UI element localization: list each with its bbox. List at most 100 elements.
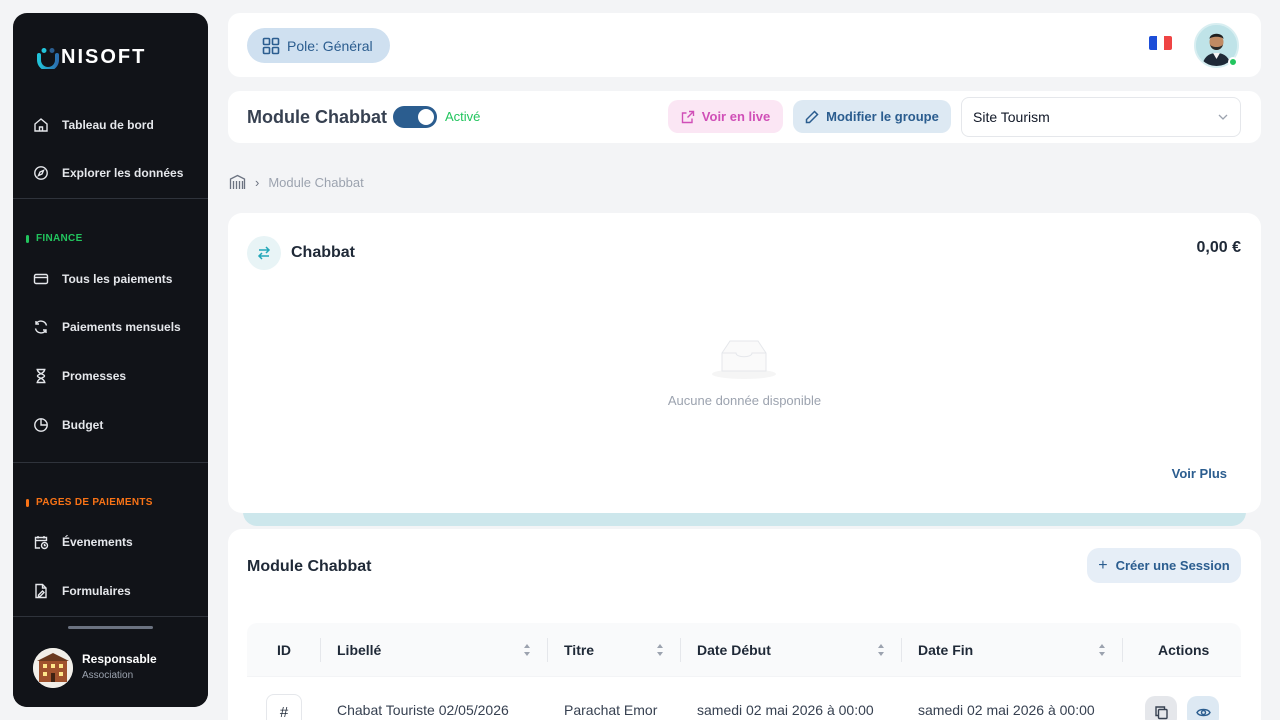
edit-group-button[interactable]: Modifier le groupe [793, 100, 951, 133]
sidebar-item-label: Paiements mensuels [62, 320, 181, 334]
top-header: Pole: Général [228, 13, 1261, 77]
logo-text: NISOFT [61, 46, 147, 68]
module-bar: Module Chabbat Activé Voir en live Modif… [228, 91, 1261, 143]
cell-date-fin: samedi 02 mai 2026 à 00:00 [918, 702, 1095, 718]
create-session-label: Créer une Session [1115, 558, 1230, 573]
sidebar-item-events[interactable]: Évenements [33, 532, 133, 552]
row-id-badge[interactable]: # [266, 694, 302, 720]
plus-icon: + [1098, 556, 1108, 574]
sidebar: NISOFT Tableau de bord Explorer les donn… [13, 13, 208, 707]
column-header-date-debut[interactable]: Date Début [697, 623, 885, 676]
column-divider [320, 638, 321, 662]
toggle-status-label: Activé [445, 109, 481, 124]
user-role: Association [82, 670, 134, 681]
form-icon [35, 583, 47, 599]
credit-card-icon [33, 273, 49, 285]
sidebar-divider [13, 198, 208, 199]
sort-icon[interactable] [656, 643, 664, 657]
sidebar-user-panel[interactable]: Responsable Association [13, 617, 208, 707]
column-header-label: ID [277, 641, 291, 658]
sidebar-item-label: Tous les paiements [62, 272, 173, 286]
create-session-button[interactable]: + Créer une Session [1087, 548, 1241, 583]
column-header-label: Titre [564, 641, 595, 658]
edit-group-label: Modifier le groupe [826, 109, 939, 124]
breadcrumb-separator: › [255, 174, 260, 190]
copy-icon [1154, 705, 1168, 719]
sidebar-item-label: Tableau de bord [62, 118, 154, 132]
brand-logo[interactable]: NISOFT [37, 46, 147, 71]
sessions-card: Module Chabbat + Créer une Session ID Li… [228, 529, 1261, 720]
transfer-icon [247, 236, 281, 270]
scroll-handle[interactable] [68, 626, 153, 629]
sidebar-item-promises[interactable]: Promesses [33, 366, 126, 386]
pole-label: Pole: Général [287, 37, 373, 54]
pencil-icon [805, 109, 819, 123]
view-button[interactable] [1187, 696, 1219, 720]
sidebar-item-monthly-payments[interactable]: Paiements mensuels [33, 317, 181, 337]
calendar-clock-icon [34, 536, 49, 550]
column-header-label: Date Début [697, 641, 771, 658]
sort-icon[interactable] [523, 643, 531, 657]
refresh-icon [34, 320, 48, 334]
cell-titre: Parachat Emor [564, 702, 658, 718]
column-header-label: Date Fin [918, 641, 974, 658]
column-divider [901, 638, 902, 662]
sidebar-item-label: Évenements [62, 535, 133, 549]
sidebar-item-all-payments[interactable]: Tous les paiements [33, 269, 172, 289]
sessions-title: Module Chabbat [247, 558, 372, 575]
breadcrumb: › Module Chabbat [229, 174, 364, 190]
cell-date-debut: samedi 02 mai 2026 à 00:00 [697, 702, 874, 718]
section-title-text: PAGES DE PAIEMENTS [36, 497, 153, 508]
sidebar-item-label: Explorer les données [62, 166, 184, 180]
section-title-text: FINANCE [36, 233, 83, 244]
external-link-icon [681, 110, 694, 123]
hourglass-icon [36, 368, 46, 384]
view-live-label: Voir en live [701, 109, 771, 124]
empty-inbox-icon [712, 340, 776, 379]
table-row[interactable]: # Chabat Touriste 02/05/2026 Parachat Em… [247, 676, 1241, 720]
column-divider [680, 638, 681, 662]
eye-icon [1195, 708, 1211, 716]
column-header-label: Libellé [337, 641, 382, 658]
summary-amount: 0,00 € [1196, 239, 1241, 256]
sidebar-item-dashboard[interactable]: Tableau de bord [33, 115, 154, 135]
site-select[interactable]: Site Tourism [961, 97, 1241, 137]
sidebar-item-explore[interactable]: Explorer les données [33, 163, 183, 183]
see-more-link[interactable]: Voir Plus [1172, 466, 1227, 481]
column-header-id[interactable]: ID [277, 623, 317, 676]
compass-icon [34, 166, 48, 180]
organization-avatar [33, 648, 73, 688]
module-active-toggle[interactable] [393, 106, 437, 128]
page-title: Module Chabbat [247, 107, 387, 127]
sidebar-item-label: Budget [62, 418, 104, 432]
sidebar-divider [13, 462, 208, 463]
chevron-down-icon [1218, 114, 1228, 120]
user-name: Responsable [82, 652, 157, 666]
pie-chart-icon [34, 418, 48, 432]
sort-icon[interactable] [1098, 643, 1106, 657]
summary-card: Chabbat 0,00 € Aucune donnée disponible … [228, 213, 1261, 513]
duplicate-button[interactable] [1145, 696, 1177, 720]
logo-mark-icon [37, 47, 59, 71]
building-icon[interactable] [229, 174, 246, 190]
column-header-libelle[interactable]: Libellé [337, 623, 531, 676]
french-flag-icon[interactable] [1149, 36, 1172, 50]
sort-icon[interactable] [877, 643, 885, 657]
toggle-knob [418, 109, 434, 125]
cell-libelle: Chabat Touriste 02/05/2026 [337, 702, 509, 718]
site-select-value: Site Tourism [973, 109, 1050, 125]
section-title-payment-pages: PAGES DE PAIEMENTS [26, 497, 153, 508]
column-header-date-fin[interactable]: Date Fin [918, 623, 1106, 676]
home-icon [34, 118, 48, 132]
grid-icon [262, 37, 280, 54]
column-divider [547, 638, 548, 662]
column-header-titre[interactable]: Titre [564, 623, 664, 676]
sidebar-item-forms[interactable]: Formulaires [33, 581, 131, 601]
pole-selector-button[interactable]: Pole: Général [247, 28, 390, 63]
table-header: ID Libellé Titre Date Début Date Fin Act… [247, 623, 1241, 676]
column-header-label: Actions [1158, 641, 1210, 658]
online-status-dot [1228, 57, 1238, 67]
breadcrumb-current: Module Chabbat [268, 174, 364, 190]
sidebar-item-budget[interactable]: Budget [33, 415, 103, 435]
view-live-button[interactable]: Voir en live [668, 100, 783, 133]
